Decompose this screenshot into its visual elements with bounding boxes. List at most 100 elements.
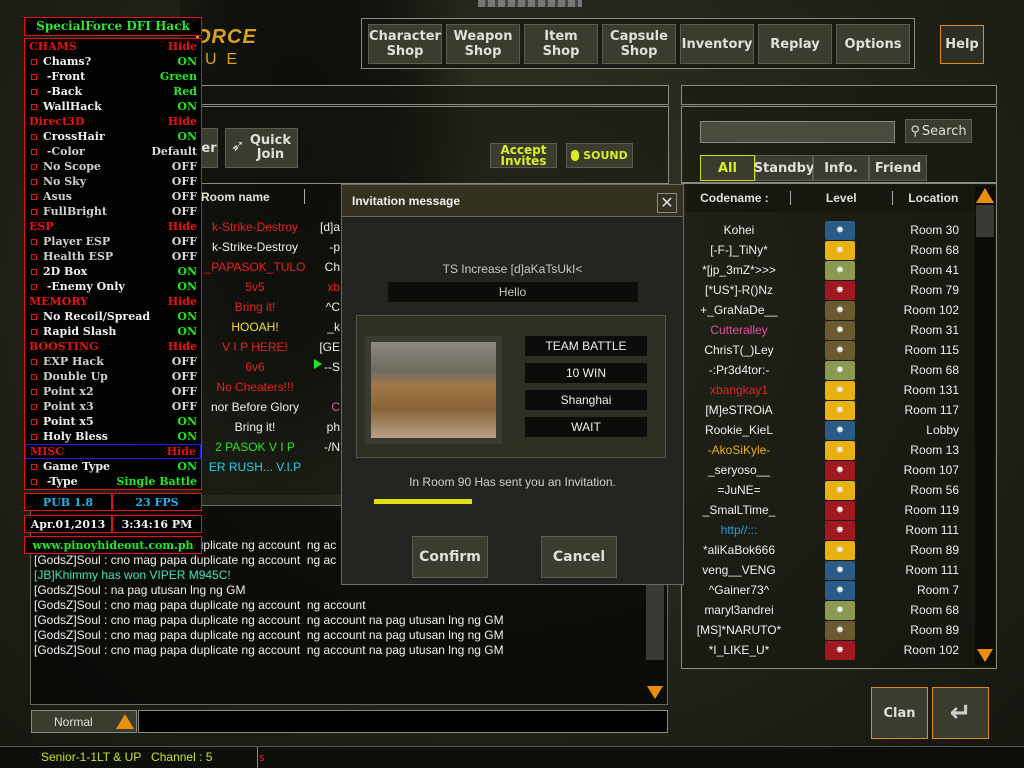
hack-option-value[interactable]: Hide [167, 445, 196, 458]
hack-option-value[interactable]: Red [173, 85, 197, 98]
hack-option-value[interactable]: OFF [172, 235, 197, 248]
hack-option-value[interactable]: Hide [168, 40, 197, 53]
player-row[interactable]: =JuNE= ✸ Room 56 [684, 480, 974, 500]
player-row[interactable]: veng__VENG ✸ Room 111 [684, 560, 974, 580]
hack-option-value[interactable]: Hide [168, 340, 197, 353]
player-row[interactable]: Cutteralley ✸ Room 31 [684, 320, 974, 340]
hack-option-value[interactable]: OFF [172, 175, 197, 188]
scroll-up-icon[interactable] [976, 188, 994, 203]
player-row[interactable]: Rookie_KieL ✸ Lobby [684, 420, 974, 440]
hack-option-value[interactable]: Hide [168, 295, 197, 308]
hack-option[interactable]: Game Type ON [25, 459, 201, 474]
hack-option[interactable]: No Recoil/Spread ON [25, 309, 201, 324]
room-row[interactable]: nor Before Glory C [200, 400, 340, 420]
character-shop-button[interactable]: Character Shop [368, 24, 442, 64]
hack-option[interactable]: EXP Hack OFF [25, 354, 201, 369]
checkbox-icon[interactable] [31, 433, 37, 440]
checkbox-icon[interactable] [31, 373, 37, 380]
room-row[interactable]: k-Strike-Destroy -p [200, 240, 340, 260]
checkbox-icon[interactable] [31, 253, 37, 260]
player-row[interactable]: [MS]*NARUTO* ✸ Room 89 [684, 620, 974, 640]
hack-option-value[interactable]: ON [177, 100, 197, 113]
player-row[interactable]: xbangkay1 ✸ Room 131 [684, 380, 974, 400]
checkbox-icon[interactable] [31, 268, 37, 275]
close-button[interactable]: ✕ [657, 193, 677, 213]
hack-section-header[interactable]: CHAMS Hide [25, 39, 201, 54]
hack-section-header[interactable]: ESP Hide [25, 219, 201, 234]
hack-option[interactable]: WallHack ON [25, 99, 201, 114]
hack-option-value[interactable]: OFF [172, 370, 197, 383]
player-row[interactable]: *[jp_3mZ*>>> ✸ Room 41 [684, 260, 974, 280]
hack-option-value[interactable]: OFF [172, 355, 197, 368]
hack-section-header[interactable]: MEMORY Hide [25, 294, 201, 309]
checkbox-icon[interactable] [31, 88, 37, 95]
hack-option[interactable]: Holy Bless ON [25, 429, 201, 444]
back-button[interactable]: ↵ [932, 687, 989, 739]
clan-button[interactable]: Clan [871, 687, 928, 739]
checkbox-icon[interactable] [31, 328, 37, 335]
checkbox-icon[interactable] [31, 193, 37, 200]
options-button[interactable]: Options [836, 24, 910, 64]
tab-standby[interactable]: Standby [754, 155, 814, 181]
checkbox-icon[interactable] [31, 358, 37, 365]
checkbox-icon[interactable] [31, 313, 37, 320]
room-row[interactable]: 5v5 xb [200, 280, 340, 300]
player-row[interactable]: +_GraNaDe__ ✸ Room 102 [684, 300, 974, 320]
chat-input[interactable] [138, 710, 668, 733]
hack-option-value[interactable]: ON [177, 430, 197, 443]
player-list-scrollbar[interactable] [975, 186, 995, 666]
checkbox-icon[interactable] [31, 238, 37, 245]
item-shop-button[interactable]: Item Shop [524, 24, 598, 64]
checkbox-icon[interactable] [31, 133, 37, 140]
hack-section-header[interactable]: MISC Hide [25, 444, 201, 459]
player-row[interactable]: *aliKaBok666 ✸ Room 89 [684, 540, 974, 560]
confirm-button[interactable]: Confirm [412, 536, 488, 578]
hack-option-value[interactable]: Hide [168, 220, 197, 233]
hack-option-value[interactable]: Single Battle [116, 475, 197, 488]
hack-option[interactable]: Rapid Slash ON [25, 324, 201, 339]
hack-option[interactable]: Player ESP OFF [25, 234, 201, 249]
player-row[interactable]: [-F-]_TiNy* ✸ Room 68 [684, 240, 974, 260]
hack-option-value[interactable]: Hide [168, 115, 197, 128]
player-row[interactable]: Kohei ✸ Room 30 [684, 220, 974, 240]
partial-button[interactable]: er [200, 128, 218, 168]
hack-option-value[interactable]: OFF [172, 205, 197, 218]
checkbox-icon[interactable] [31, 478, 37, 485]
replay-button[interactable]: Replay [758, 24, 832, 64]
hack-option[interactable]: Point x5 ON [25, 414, 201, 429]
hack-section-header[interactable]: Direct3D Hide [25, 114, 201, 129]
checkbox-icon[interactable] [31, 403, 37, 410]
checkbox-icon[interactable] [31, 283, 37, 290]
accept-invites-button[interactable]: Accept Invites [490, 143, 557, 168]
weapon-shop-button[interactable]: Weapon Shop [446, 24, 520, 64]
scroll-down-icon[interactable] [977, 649, 993, 662]
player-row[interactable]: ^Gainer73^ ✸ Room 7 [684, 580, 974, 600]
player-row[interactable]: http//::: ✸ Room 111 [684, 520, 974, 540]
cancel-button[interactable]: Cancel [541, 536, 617, 578]
checkbox-icon[interactable] [31, 418, 37, 425]
player-row[interactable]: _SmalLTime_ ✸ Room 119 [684, 500, 974, 520]
checkbox-icon[interactable] [31, 58, 37, 65]
help-button[interactable]: Help [940, 25, 984, 64]
sound-toggle[interactable]: SOUND [566, 143, 633, 168]
tab-all[interactable]: All [700, 155, 755, 181]
hack-option-value[interactable]: Default [151, 145, 197, 158]
inventory-button[interactable]: Inventory [680, 24, 754, 64]
hack-option-value[interactable]: OFF [172, 160, 197, 173]
hack-option-value[interactable]: OFF [172, 400, 197, 413]
capsule-shop-button[interactable]: Capsule Shop [602, 24, 676, 64]
room-row[interactable]: No Cheaters!!! [200, 380, 340, 400]
hack-option-value[interactable]: OFF [172, 190, 197, 203]
checkbox-icon[interactable] [31, 103, 37, 110]
player-row[interactable]: [*US*]-R()Nz ✸ Room 79 [684, 280, 974, 300]
hack-option-value[interactable]: ON [177, 415, 197, 428]
hack-option-value[interactable]: ON [177, 280, 197, 293]
room-row[interactable]: _PAPASOK_TULO Ch [200, 260, 340, 280]
chat-mode-up-icon[interactable] [116, 714, 134, 729]
hack-option-value[interactable]: OFF [172, 250, 197, 263]
hack-option-value[interactable]: ON [177, 130, 197, 143]
room-row[interactable]: 2 PASOK V I P -/N [200, 440, 340, 460]
checkbox-icon[interactable] [31, 388, 37, 395]
hack-option[interactable]: -Front Green [25, 69, 201, 84]
chat-mode-select[interactable]: Normal [31, 710, 137, 733]
